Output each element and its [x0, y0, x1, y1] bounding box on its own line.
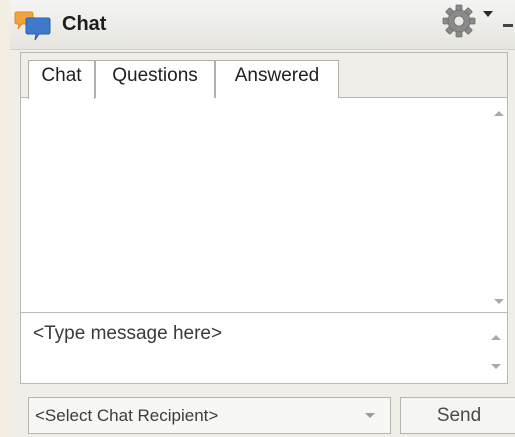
chat-log[interactable] [21, 99, 507, 335]
tab-chat[interactable]: Chat [28, 60, 95, 99]
scroll-down-icon[interactable] [494, 299, 504, 304]
message-placeholder: <Type message here> [33, 323, 223, 344]
recipient-select[interactable]: <Select Chat Recipient> [28, 397, 391, 434]
chat-window: Chat Chat Questions Answered <Type messa… [10, 0, 515, 437]
tab-bar: Chat Questions Answered [21, 53, 507, 99]
window-title: Chat [62, 13, 107, 35]
tab-answered[interactable]: Answered [215, 60, 339, 98]
chevron-down-icon[interactable] [483, 11, 493, 17]
chevron-down-icon [365, 413, 375, 418]
tab-questions[interactable]: Questions [95, 60, 215, 98]
send-button[interactable]: Send [400, 397, 515, 434]
chat-bubbles-icon [14, 11, 51, 41]
gear-icon[interactable] [442, 4, 476, 38]
message-input[interactable]: <Type message here> [20, 312, 508, 384]
scroll-up-icon[interactable] [491, 335, 501, 340]
title-bar: Chat [10, 0, 515, 50]
recipient-select-label: <Select Chat Recipient> [35, 406, 219, 425]
minimize-icon[interactable] [503, 24, 513, 27]
scroll-down-icon[interactable] [491, 364, 501, 369]
scroll-up-icon[interactable] [494, 111, 504, 116]
